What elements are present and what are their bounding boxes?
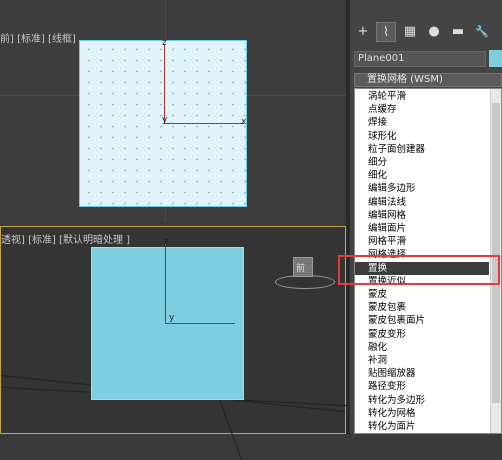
modifier-list-item[interactable]: 融化 xyxy=(368,341,387,354)
modifier-list-item[interactable]: 贴图缩放器 xyxy=(368,367,416,380)
perspective-viewport-label[interactable]: 透视] [标准] [默认明暗处理 ] xyxy=(1,231,130,246)
modifier-list-item[interactable]: 蒙皮包裹 xyxy=(368,301,406,314)
top-viewport[interactable]: 前] [标准] [线框] z x y xyxy=(0,0,346,222)
x-axis-label: x xyxy=(241,117,247,127)
modifier-list-item[interactable]: 粒子面创建器 xyxy=(368,143,425,156)
create-icon[interactable]: + xyxy=(353,22,373,42)
y-axis-label: y xyxy=(162,115,168,125)
z-axis-label: z xyxy=(162,38,167,48)
modifier-list-item[interactable]: 细化 xyxy=(368,169,387,182)
object-color-swatch[interactable] xyxy=(489,50,502,67)
modifier-list-item[interactable]: 补洞 xyxy=(368,354,387,367)
modifier-list-item[interactable]: 蒙皮包裹面片 xyxy=(368,314,425,327)
utilities-icon[interactable]: 🔧 xyxy=(472,22,492,42)
modifier-list-item[interactable]: 点缓存 xyxy=(368,103,397,116)
modifier-list-item[interactable]: 网格平滑 xyxy=(368,235,406,248)
modifier-list-item[interactable]: 细分 xyxy=(368,156,387,169)
z-axis xyxy=(164,44,165,124)
command-panel: + ⌇ ▦ ● ▬ 🔧 Plane001 置换网格 (WSM) 涡轮平滑 点缓存焊… xyxy=(350,0,502,434)
modifier-list-item[interactable]: 焊接 xyxy=(368,116,387,129)
perspective-viewport[interactable]: 透视] [标准] [默认明暗处理 ] z y 前 xyxy=(0,226,347,460)
viewcube-ring[interactable] xyxy=(275,275,335,289)
display-icon[interactable]: ▬ xyxy=(448,22,468,42)
motion-icon[interactable]: ● xyxy=(424,22,444,42)
hierarchy-icon[interactable]: ▦ xyxy=(400,22,420,42)
modifier-list-item[interactable]: 路径变形 xyxy=(368,380,406,393)
modify-icon[interactable]: ⌇ xyxy=(376,22,396,42)
z-axis xyxy=(165,243,166,323)
modifier-list-item[interactable]: 球形化 xyxy=(368,130,397,143)
command-panel-tabs: + ⌇ ▦ ● ▬ 🔧 xyxy=(350,22,502,44)
y-axis-label: y xyxy=(169,313,175,323)
modifier-list-item[interactable]: 转化为多边形 xyxy=(368,394,425,407)
modifier-list-item[interactable]: 编辑法线 xyxy=(368,196,406,209)
z-axis-label: z xyxy=(164,237,169,247)
modifier-list-item[interactable]: 蒙皮变形 xyxy=(368,328,406,341)
modifier-list-item[interactable]: 编辑多边形 xyxy=(368,182,416,195)
object-name-field[interactable]: Plane001 xyxy=(354,51,486,67)
x-axis xyxy=(164,123,244,124)
top-viewport-label[interactable]: 前] [标准] [线框] xyxy=(0,30,76,45)
viewcube-label: 前 xyxy=(296,264,306,274)
modifier-list-item[interactable]: 转化为面片 xyxy=(368,420,416,433)
scrollbar-thumb[interactable] xyxy=(492,103,500,403)
x-axis xyxy=(165,323,235,324)
modifier-list-item[interactable]: 涡轮平滑 xyxy=(368,90,406,103)
modifier-list-item[interactable]: 转化为网格 xyxy=(368,407,416,420)
modifier-list-dropdown[interactable]: 置换网格 (WSM) xyxy=(354,73,502,87)
modifier-list-item[interactable]: 编辑网格 xyxy=(368,209,406,222)
modifier-list-item[interactable]: 编辑面片 xyxy=(368,222,406,235)
modifier-list-item[interactable]: 蒙皮 xyxy=(368,288,387,301)
highlight-annotation xyxy=(338,255,500,285)
